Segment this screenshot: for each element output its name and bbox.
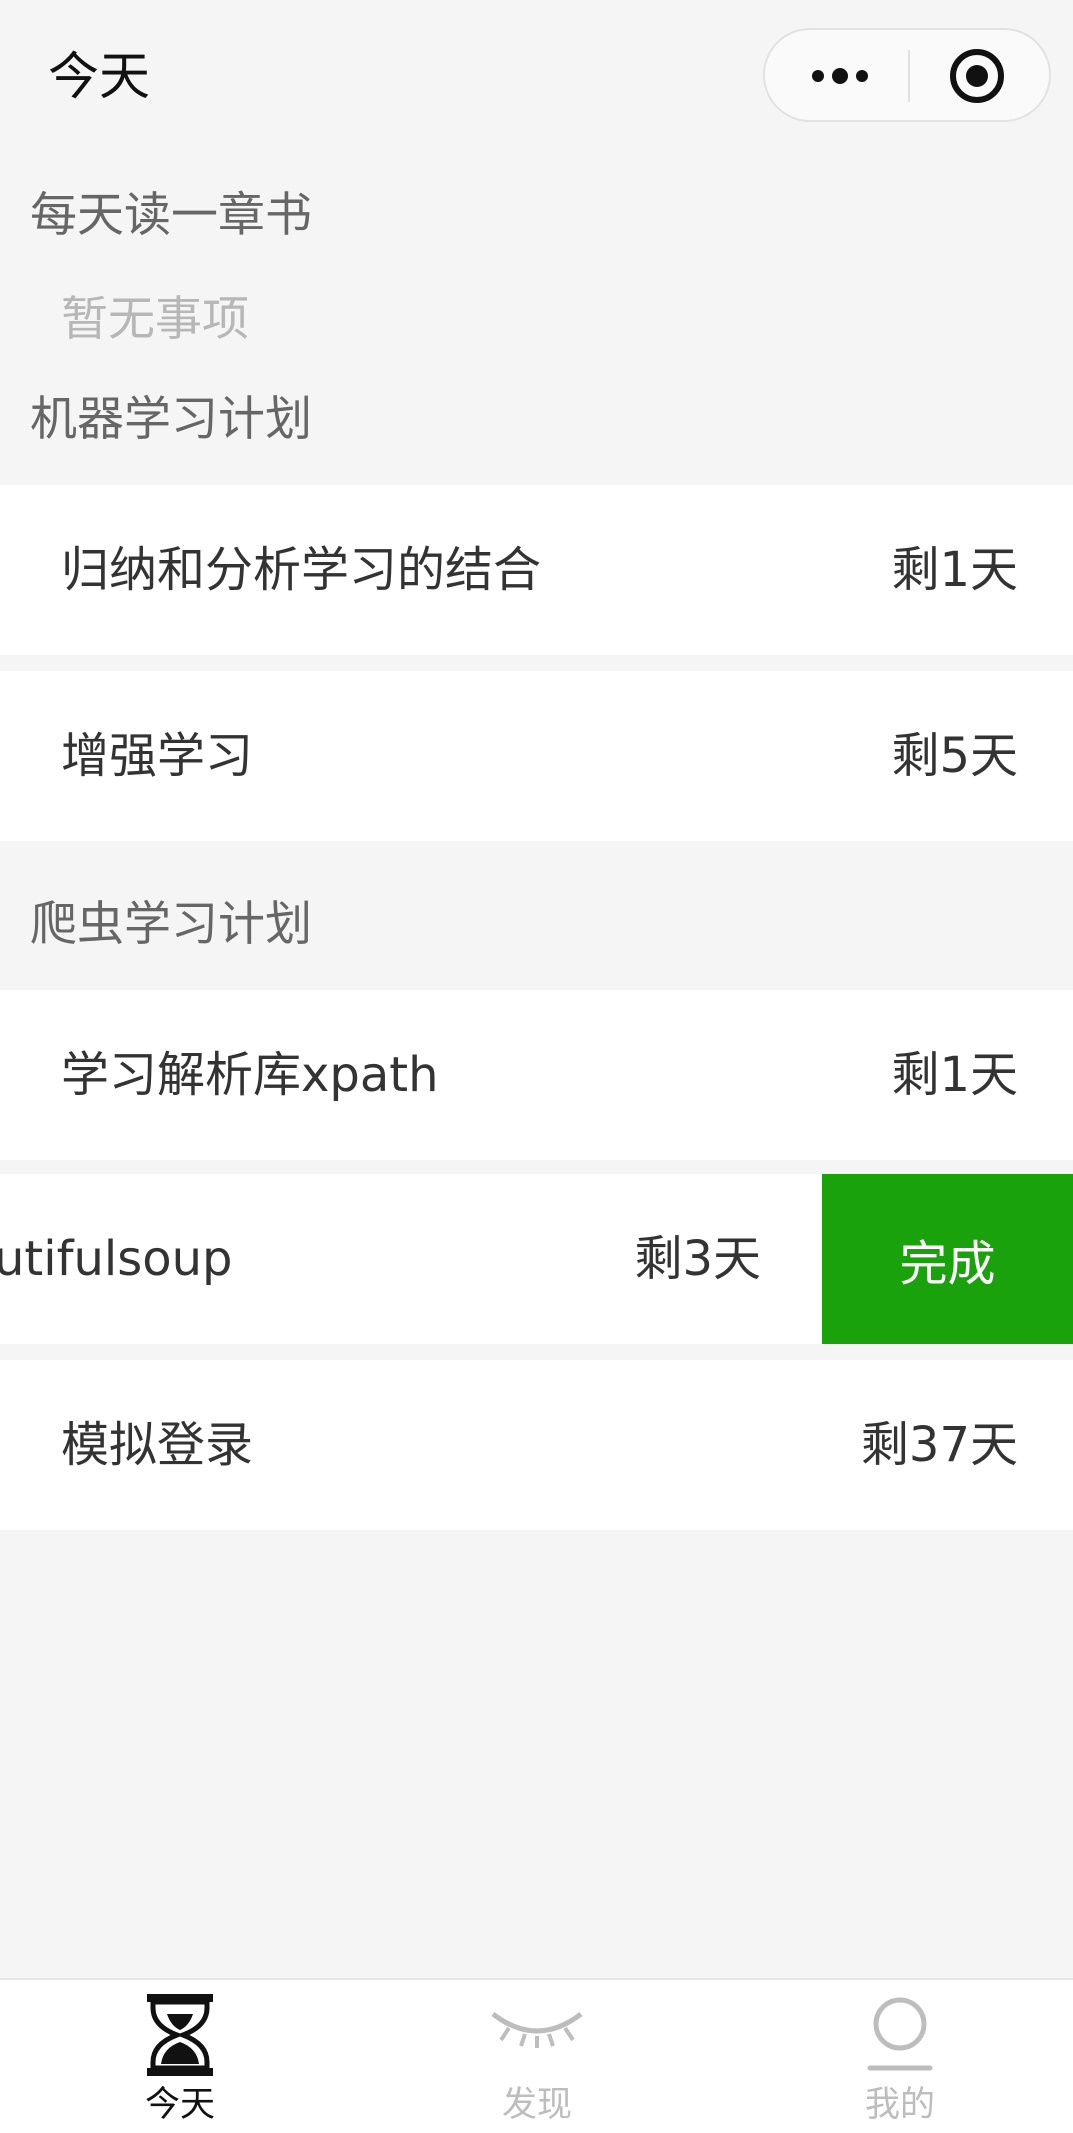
tab-today[interactable]: 今天 xyxy=(80,1980,280,2133)
tab-label: 我的 xyxy=(864,2085,935,2125)
section-title-daily-reading: 每天读一章书 xyxy=(30,188,312,243)
item-label: 模拟登录 xyxy=(61,1417,254,1473)
item-label: utifulsoup xyxy=(0,1231,233,1287)
tab-label: 发现 xyxy=(501,2085,572,2125)
days-remaining: 剩5天 xyxy=(891,728,1018,784)
hourglass-icon xyxy=(145,1992,215,2082)
list-item[interactable]: 模拟登录 剩37天 xyxy=(0,1360,1073,1530)
tab-bar: 今天 发现 我的 xyxy=(0,1978,1073,2133)
days-remaining: 剩37天 xyxy=(860,1417,1018,1473)
tab-label: 今天 xyxy=(144,2085,215,2125)
section-title-ml-plan: 机器学习计划 xyxy=(30,392,312,447)
person-icon xyxy=(865,1992,935,2082)
list-item[interactable]: 增强学习 剩5天 xyxy=(0,671,1073,841)
section-title-crawler-plan: 爬虫学习计划 xyxy=(30,897,312,952)
list-item[interactable]: 归纳和分析学习的结合 剩1天 xyxy=(0,485,1073,655)
list-item-swiped[interactable]: utifulsoup 剩3天 完成 xyxy=(0,1174,1073,1344)
days-remaining: 剩3天 xyxy=(634,1231,761,1287)
more-dots-icon[interactable] xyxy=(805,52,875,100)
page-title: 今天 xyxy=(48,48,151,107)
days-remaining: 剩1天 xyxy=(891,542,1018,598)
tab-mine[interactable]: 我的 xyxy=(800,1980,1000,2133)
item-label: 增强学习 xyxy=(61,728,254,784)
item-label: 归纳和分析学习的结合 xyxy=(61,542,542,598)
list-item[interactable]: 学习解析库xpath 剩1天 xyxy=(0,990,1073,1160)
item-label: 学习解析库xpath xyxy=(61,1047,439,1103)
menu-capsule xyxy=(763,28,1051,122)
capsule-divider xyxy=(908,50,910,102)
target-close-icon[interactable] xyxy=(947,46,1007,106)
days-remaining: 剩1天 xyxy=(891,1047,1018,1103)
complete-button[interactable]: 完成 xyxy=(822,1174,1073,1344)
tab-discover[interactable]: 发现 xyxy=(437,1980,637,2133)
empty-state-text: 暂无事项 xyxy=(61,292,249,347)
closed-eye-icon xyxy=(487,2002,587,2056)
navigation-bar: 今天 xyxy=(0,0,1073,148)
